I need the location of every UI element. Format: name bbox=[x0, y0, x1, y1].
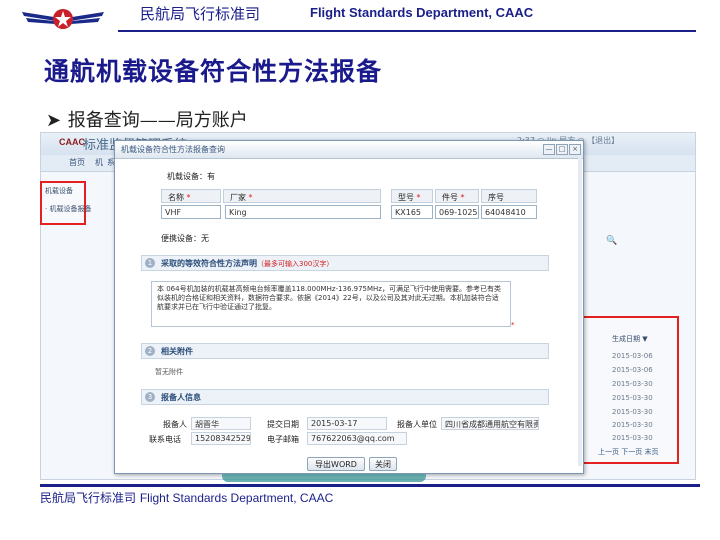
header-org-en: Flight Standards Department, CAAC bbox=[310, 5, 534, 20]
caac-wings-logo bbox=[20, 4, 106, 34]
header-org-cn: 民航局飞行标准司 bbox=[140, 5, 261, 23]
left-menu-item-equipment[interactable]: 机载设备 bbox=[45, 186, 73, 196]
footer-org-cn: 民航局飞行标准司 bbox=[40, 491, 137, 505]
dialog-title: 机载设备符合性方法报备查询 bbox=[121, 145, 225, 154]
section1-title-text: 采取的等效符合性方法声明 bbox=[161, 259, 257, 268]
section-number: 1 bbox=[145, 258, 155, 268]
dialog-scrollbar[interactable] bbox=[578, 156, 582, 466]
submit-date-field[interactable]: 2015-03-17 bbox=[307, 417, 387, 430]
col-header-model-text: 型号 bbox=[398, 193, 414, 202]
list-date: 2015-03-30 bbox=[612, 394, 653, 402]
declaration-textarea[interactable]: 本 064号机加装的机载甚高频电台频率覆盖118.000MHz-136.975M… bbox=[151, 281, 511, 327]
phone-label: 联系电话 bbox=[149, 435, 181, 444]
slide-bullet: ➤ 报备查询——局方账户 bbox=[46, 106, 248, 132]
col-header-part-text: 件号 bbox=[442, 193, 458, 202]
email-field[interactable]: 767622063@qq.com bbox=[307, 432, 407, 445]
section1-hint: （最多可输入300汉字） bbox=[257, 260, 334, 268]
column-header-date[interactable]: 生成日期 ▼ bbox=[612, 334, 648, 344]
submitter-unit-field[interactable]: 四川省成都通用航空有限责任 bbox=[441, 417, 539, 430]
section-attachments-header bbox=[141, 343, 549, 359]
close-icon[interactable]: × bbox=[569, 144, 581, 155]
email-label: 电子邮箱 bbox=[267, 435, 299, 444]
header-divider bbox=[118, 30, 696, 32]
pager[interactable]: 上一页 下一页 末页 bbox=[598, 447, 658, 457]
cell-serial[interactable]: 64048410 bbox=[481, 205, 537, 219]
col-header-part: 件号 * bbox=[435, 189, 479, 203]
equipment-installed-label: 机载设备：有 bbox=[167, 172, 215, 181]
nav-item-home[interactable]: 首页 bbox=[69, 157, 85, 168]
col-header-maker-text: 厂家 bbox=[230, 193, 246, 202]
phone-field[interactable]: 15208342529 bbox=[191, 432, 251, 445]
footer: 民航局飞行标准司 Flight Standards Department, CA… bbox=[40, 489, 333, 506]
col-header-model: 型号 * bbox=[391, 189, 433, 203]
section-title: 相关附件 bbox=[161, 347, 193, 356]
col-header-name-text: 名称 bbox=[168, 193, 184, 202]
cell-model[interactable]: KX165 bbox=[391, 205, 433, 219]
section-number: 3 bbox=[145, 392, 155, 402]
col-header-maker: 厂家 * bbox=[223, 189, 381, 203]
maximize-button[interactable]: □ bbox=[556, 144, 568, 155]
slide-title: 通航机载设备符合性方法报备 bbox=[44, 57, 383, 86]
submitter-field[interactable]: 胡晋华 bbox=[191, 417, 251, 430]
section-title: 采取的等效符合性方法声明（最多可输入300汉字） bbox=[161, 258, 333, 269]
portable-equipment-label: 便携设备：无 bbox=[161, 234, 209, 243]
query-dialog: 机载设备符合性方法报备查询 — □ × 机载设备：有 名称 * 厂家 * 型号 … bbox=[114, 140, 584, 474]
app-logo: CAAC bbox=[59, 137, 85, 147]
bullet-arrow-icon: ➤ bbox=[46, 110, 62, 131]
list-date: 2015-03-30 bbox=[612, 421, 653, 429]
list-date: 2015-03-06 bbox=[612, 352, 653, 360]
section-submitter-header bbox=[141, 389, 549, 405]
list-date: 2015-03-30 bbox=[612, 434, 653, 442]
required-marker: * bbox=[511, 321, 515, 329]
col-header-name: 名称 * bbox=[161, 189, 221, 203]
submitter-label: 报备人 bbox=[163, 420, 187, 429]
list-date: 2015-03-30 bbox=[612, 380, 653, 388]
close-button[interactable]: 关闭 bbox=[369, 457, 397, 471]
submit-date-label: 提交日期 bbox=[267, 420, 299, 429]
section-number: 2 bbox=[145, 346, 155, 356]
left-menu-item-report[interactable]: · 机载设备报备 bbox=[45, 204, 91, 214]
list-date: 2015-03-06 bbox=[612, 366, 653, 374]
submitter-unit-label: 报备人单位 bbox=[397, 420, 437, 429]
footer-org-en: Flight Standards Department, CAAC bbox=[139, 491, 334, 505]
attachment-text: 暂无附件 bbox=[155, 368, 183, 376]
bullet-text: 报备查询——局方账户 bbox=[67, 110, 248, 131]
decorative-strip bbox=[222, 474, 426, 482]
cell-name[interactable]: VHF bbox=[161, 205, 221, 219]
list-date: 2015-03-30 bbox=[612, 408, 653, 416]
col-header-serial: 序号 bbox=[481, 189, 537, 203]
minimize-button[interactable]: — bbox=[543, 144, 555, 155]
cell-part[interactable]: 069-1025 bbox=[435, 205, 479, 219]
nav-item-2[interactable]: 机 bbox=[95, 157, 103, 168]
export-word-button[interactable]: 导出WORD bbox=[307, 457, 365, 471]
footer-divider bbox=[40, 484, 700, 487]
search-icon[interactable]: 🔍 bbox=[606, 236, 617, 246]
cell-maker[interactable]: King bbox=[225, 205, 381, 219]
section-title: 报备人信息 bbox=[161, 393, 201, 402]
